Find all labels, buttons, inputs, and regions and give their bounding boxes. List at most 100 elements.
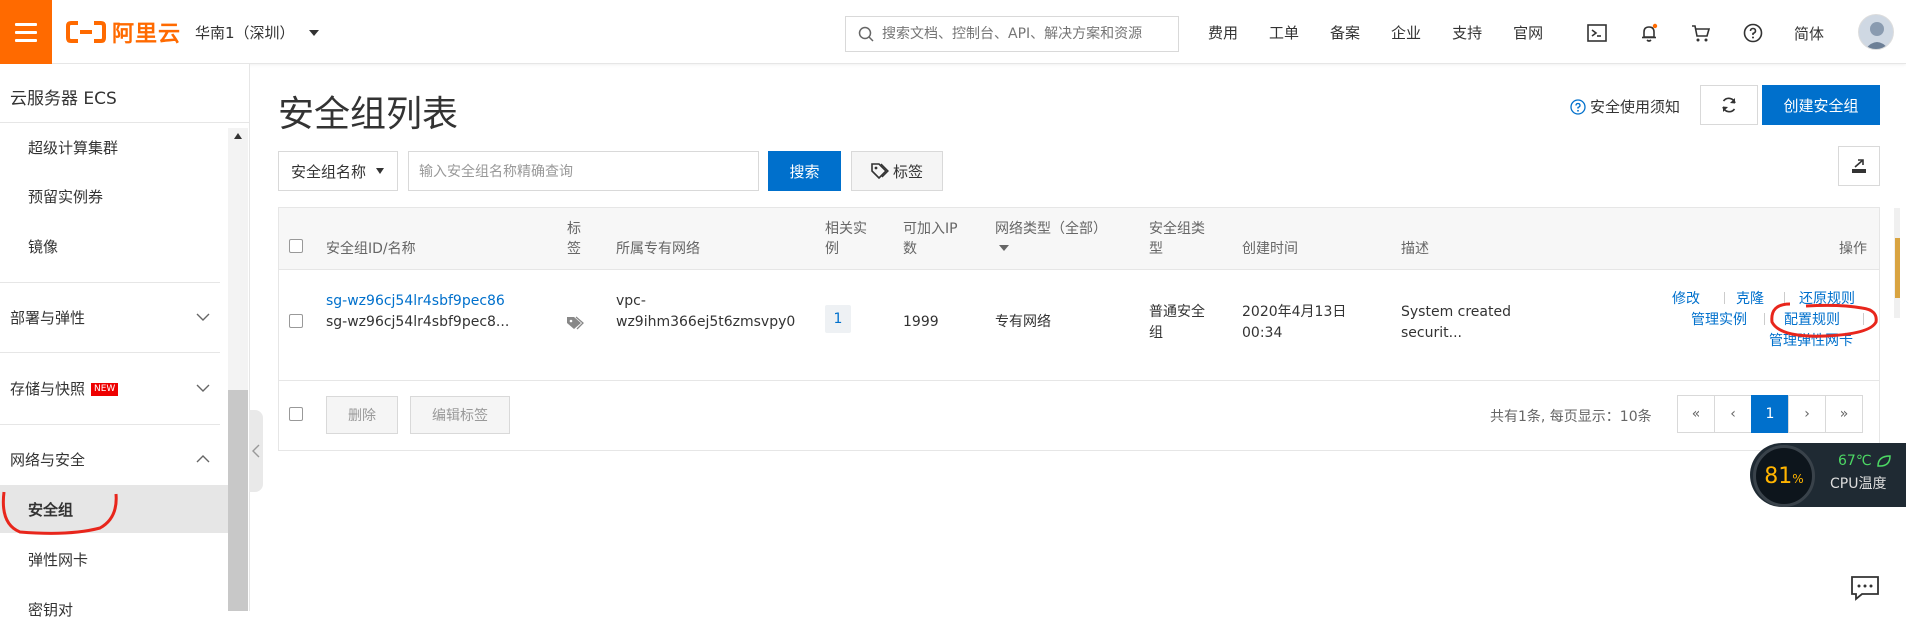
nav-fees[interactable]: 费用 [1208, 22, 1238, 43]
sidebar-group-network[interactable]: 网络与安全 [0, 426, 220, 492]
sg-type-line2: 组 [1149, 325, 1163, 341]
region-selector[interactable]: 华南1（深圳） [195, 22, 319, 43]
search-button[interactable]: 搜索 [768, 151, 841, 191]
bell-icon[interactable] [1638, 22, 1660, 44]
vpc-line2: wz9ihm366ej5t6zmsvpy0 [616, 314, 796, 330]
top-bar: 阿里云 华南1（深圳） 费用 工单 备案 企业 支持 官网 简体 [0, 0, 1906, 64]
sidebar-item-hpc-cluster[interactable]: 超级计算集群 [0, 123, 228, 171]
last-page-button[interactable]: » [1825, 395, 1863, 433]
search-icon [858, 26, 874, 42]
nav-enterprise[interactable]: 企业 [1391, 22, 1421, 43]
nav-tickets[interactable]: 工单 [1269, 22, 1299, 43]
col-vpc: 所属专有网络 [616, 241, 700, 257]
nav-support[interactable]: 支持 [1452, 22, 1482, 43]
tag-button-label: 标签 [892, 162, 923, 181]
leaf-icon [1877, 455, 1891, 467]
prev-page-button[interactable]: ‹ [1714, 395, 1752, 433]
divider [279, 380, 1879, 381]
manage-instances-link[interactable]: 管理实例 [1691, 309, 1747, 329]
filter-input[interactable]: 输入安全组名称精确查询 [408, 151, 759, 191]
created-time: 00:34 [1242, 325, 1283, 341]
select-all-checkbox[interactable] [289, 239, 303, 253]
col-id-name: 安全组ID/名称 [326, 241, 416, 257]
col-related-1: 相关实 [825, 221, 867, 237]
terminal-icon[interactable] [1586, 22, 1608, 44]
cpu-usage-gauge: 81% [1753, 445, 1815, 507]
col-sg-type-1: 安全组类 [1149, 221, 1205, 237]
delete-button[interactable]: 删除 [326, 396, 398, 434]
vpc-line1: vpc- [616, 293, 646, 309]
refresh-button[interactable] [1700, 85, 1758, 125]
sg-id-link[interactable]: sg-wz96cj54lr4sbf9pec86 [326, 291, 505, 312]
col-desc: 描述 [1401, 241, 1429, 257]
sidebar-item-reserved-instances[interactable]: 预留实例券 [0, 172, 228, 220]
pagination-info: 共有1条, 每页显示：10条 [1490, 409, 1652, 425]
cpu-temperature: 67℃ [1838, 453, 1872, 469]
divider [1764, 313, 1765, 325]
search-input[interactable] [882, 26, 1172, 42]
aliyun-logo[interactable]: 阿里云 [66, 17, 181, 47]
sidebar-collapse-handle[interactable] [249, 410, 263, 492]
tag-icon [871, 163, 889, 179]
logo-icon [66, 21, 106, 43]
sidebar-group-storage[interactable]: 存储与快照 NEW [0, 355, 220, 421]
chat-icon[interactable] [1850, 575, 1880, 601]
row-checkbox[interactable] [289, 314, 303, 328]
right-edge-scrollbar[interactable] [1892, 208, 1906, 318]
avatar[interactable] [1858, 14, 1894, 50]
top-nav: 费用 工单 备案 企业 支持 官网 [1208, 0, 1574, 64]
annotation-circle [1770, 302, 1878, 338]
divider [1724, 292, 1725, 304]
chevron-down-icon [196, 384, 210, 392]
clone-link[interactable]: 克隆 [1736, 288, 1764, 308]
menu-icon[interactable] [0, 0, 52, 64]
help-icon[interactable] [1742, 22, 1764, 44]
filter-field-select[interactable]: 安全组名称 [278, 151, 398, 191]
cart-icon[interactable] [1690, 22, 1712, 44]
global-search[interactable] [845, 16, 1179, 52]
table-header: 安全组ID/名称 标 签 所属专有网络 相关实 例 可加入IP 数 网络类型（全… [279, 208, 1879, 270]
sg-type-line1: 普通安全 [1149, 304, 1205, 320]
tag-icon[interactable] [566, 316, 584, 330]
language-switch[interactable]: 简体 [1794, 23, 1824, 44]
edit-tags-button[interactable]: 编辑标签 [410, 396, 510, 434]
first-page-button[interactable]: « [1677, 395, 1715, 433]
page-1-button[interactable]: 1 [1751, 395, 1789, 433]
help-icon [1570, 98, 1586, 115]
caret-down-icon[interactable] [999, 245, 1009, 251]
col-sg-type-2: 型 [1149, 241, 1163, 257]
page-title: 安全组列表 [278, 94, 459, 135]
notice-label: 安全使用须知 [1590, 98, 1681, 116]
created-date: 2020年4月13日 [1242, 304, 1347, 320]
sidebar-item-images[interactable]: 镜像 [0, 222, 228, 270]
nav-icp[interactable]: 备案 [1330, 22, 1360, 43]
related-instances-count[interactable]: 1 [825, 305, 851, 333]
security-notice-link[interactable]: 安全使用须知 [1570, 96, 1680, 117]
sidebar-scrollbar-thumb[interactable] [228, 390, 248, 611]
annotation-circle [1, 491, 118, 535]
col-ops: 操作 [1839, 241, 1867, 257]
nav-official-site[interactable]: 官网 [1513, 22, 1543, 43]
cpu-usage-value: 81% [1764, 464, 1803, 489]
export-icon [1852, 159, 1866, 173]
chevron-up-icon [196, 455, 210, 463]
caret-down-icon [376, 168, 385, 174]
pagination: « ‹ 1 › » [1677, 395, 1863, 433]
col-net-type-filter[interactable]: 网络类型（全部） [995, 219, 1107, 239]
logo-text: 阿里云 [112, 22, 182, 47]
tag-filter-button[interactable]: 标签 [851, 151, 943, 191]
region-label: 华南1（深圳） [195, 24, 295, 42]
divider [0, 352, 220, 353]
sidebar-item-key-pairs[interactable]: 密钥对 [0, 585, 228, 633]
export-button[interactable] [1838, 146, 1880, 186]
col-ip-1: 可加入IP [903, 221, 958, 237]
footer-select-all-checkbox[interactable] [289, 407, 303, 421]
filter-select-value: 安全组名称 [291, 162, 367, 181]
scroll-up-icon[interactable] [233, 132, 243, 140]
sidebar-group-deploy[interactable]: 部署与弹性 [0, 284, 220, 350]
sidebar-item-eni[interactable]: 弹性网卡 [0, 535, 228, 583]
modify-link[interactable]: 修改 [1672, 288, 1700, 308]
create-security-group-button[interactable]: 创建安全组 [1762, 85, 1880, 125]
sidebar-group-text: 存储与快照 [10, 379, 86, 398]
next-page-button[interactable]: › [1788, 395, 1826, 433]
